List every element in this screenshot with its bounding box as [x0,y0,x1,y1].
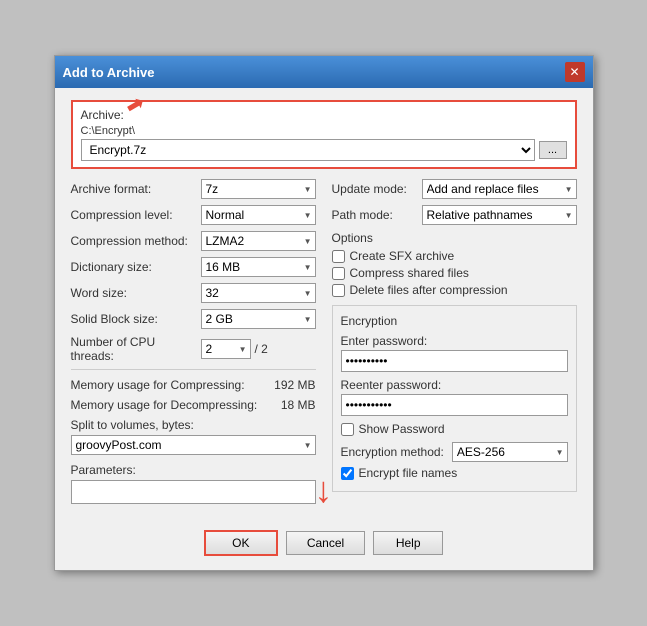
delete-files-checkbox[interactable] [332,284,345,297]
archive-path: C:\Encrypt\ [81,125,567,137]
encryption-method-wrapper: AES-256 ▼ [452,442,568,462]
params-input[interactable] [71,480,316,504]
help-button[interactable]: Help [373,531,443,555]
cancel-button[interactable]: Cancel [286,531,365,555]
options-section: Options Create SFX archive Compress shar… [332,231,577,297]
enter-password-label: Enter password: [341,334,568,348]
cpu-threads-select[interactable]: 2 [201,339,251,359]
compression-method-wrapper: LZMA2 ▼ [201,231,316,251]
params-label: Parameters: [71,463,316,477]
delete-files-row: Delete files after compression [332,283,577,297]
reenter-password-label: Reenter password: [341,378,568,392]
dictionary-size-wrapper: 16 MB ▼ [201,257,316,277]
solid-block-label: Solid Block size: [71,312,201,326]
create-sfx-label: Create SFX archive [350,249,455,263]
cpu-threads-max: / 2 [255,342,268,356]
encrypt-names-checkbox[interactable] [341,467,354,480]
memory-decompress-value: 18 MB [281,398,316,412]
word-size-label: Word size: [71,286,201,300]
browse-button[interactable]: ... [539,141,567,159]
format-label: Archive format: [71,182,201,196]
compression-level-wrapper: Normal ▼ [201,205,316,225]
compress-shared-checkbox[interactable] [332,267,345,280]
right-panel: Update mode: Add and replace files ▼ Pat… [332,179,577,512]
dialog-title: Add to Archive [63,65,155,80]
path-mode-select[interactable]: Relative pathnames [422,205,577,225]
update-mode-select[interactable]: Add and replace files [422,179,577,199]
split-select-wrapper: groovyPost.com ▼ [71,435,316,455]
compression-method-select[interactable]: LZMA2 [201,231,316,251]
format-select[interactable]: 7z [201,179,316,199]
path-mode-label: Path mode: [332,208,422,222]
show-password-label: Show Password [359,422,445,436]
memory-compress-label: Memory usage for Compressing: [71,378,275,392]
cpu-threads-wrapper: 2 ▼ [201,339,251,359]
encryption-method-select[interactable]: AES-256 [452,442,568,462]
archive-section: Archive: C:\Encrypt\ Encrypt.7z ... [71,100,577,169]
encryption-title: Encryption [341,314,568,328]
encryption-method-label: Encryption method: [341,445,444,459]
compress-shared-row: Compress shared files [332,266,577,280]
title-bar: Add to Archive ✕ [55,56,593,88]
create-sfx-row: Create SFX archive [332,249,577,263]
compression-method-label: Compression method: [71,234,201,248]
format-select-wrapper: 7z ▼ [201,179,316,199]
cpu-threads-label: Number of CPU threads: [71,335,201,363]
dictionary-size-select[interactable]: 16 MB [201,257,316,277]
compress-shared-label: Compress shared files [350,266,469,280]
options-title: Options [332,231,577,245]
path-mode-wrapper: Relative pathnames ▼ [422,205,577,225]
left-panel: Archive format: 7z ▼ Compression level: … [71,179,316,512]
memory-decompress-label: Memory usage for Decompressing: [71,398,281,412]
add-to-archive-dialog: Add to Archive ✕ ➡ Archive: C:\Encrypt\ … [54,55,594,571]
archive-label: Archive: [81,108,567,122]
show-password-checkbox[interactable] [341,423,354,436]
split-select[interactable]: groovyPost.com [71,435,316,455]
solid-block-wrapper: 2 GB ▼ [201,309,316,329]
compression-level-select[interactable]: Normal [201,205,316,225]
ok-button[interactable]: OK [206,532,276,554]
enter-password-input[interactable] [341,350,568,372]
encrypt-names-label: Encrypt file names [359,466,458,480]
word-size-wrapper: 32 ▼ [201,283,316,303]
reenter-password-input[interactable] [341,394,568,416]
word-size-select[interactable]: 32 [201,283,316,303]
update-mode-label: Update mode: [332,182,422,196]
dictionary-size-label: Dictionary size: [71,260,201,274]
create-sfx-checkbox[interactable] [332,250,345,263]
encryption-section: Encryption Enter password: Reenter passw… [332,305,577,492]
compression-level-label: Compression level: [71,208,201,222]
close-button[interactable]: ✕ [565,62,585,82]
delete-files-label: Delete files after compression [350,283,508,297]
archive-filename-select[interactable]: Encrypt.7z [81,139,535,161]
update-mode-wrapper: Add and replace files ▼ [422,179,577,199]
split-label: Split to volumes, bytes: [71,418,316,432]
solid-block-select[interactable]: 2 GB [201,309,316,329]
memory-compress-value: 192 MB [274,378,315,392]
